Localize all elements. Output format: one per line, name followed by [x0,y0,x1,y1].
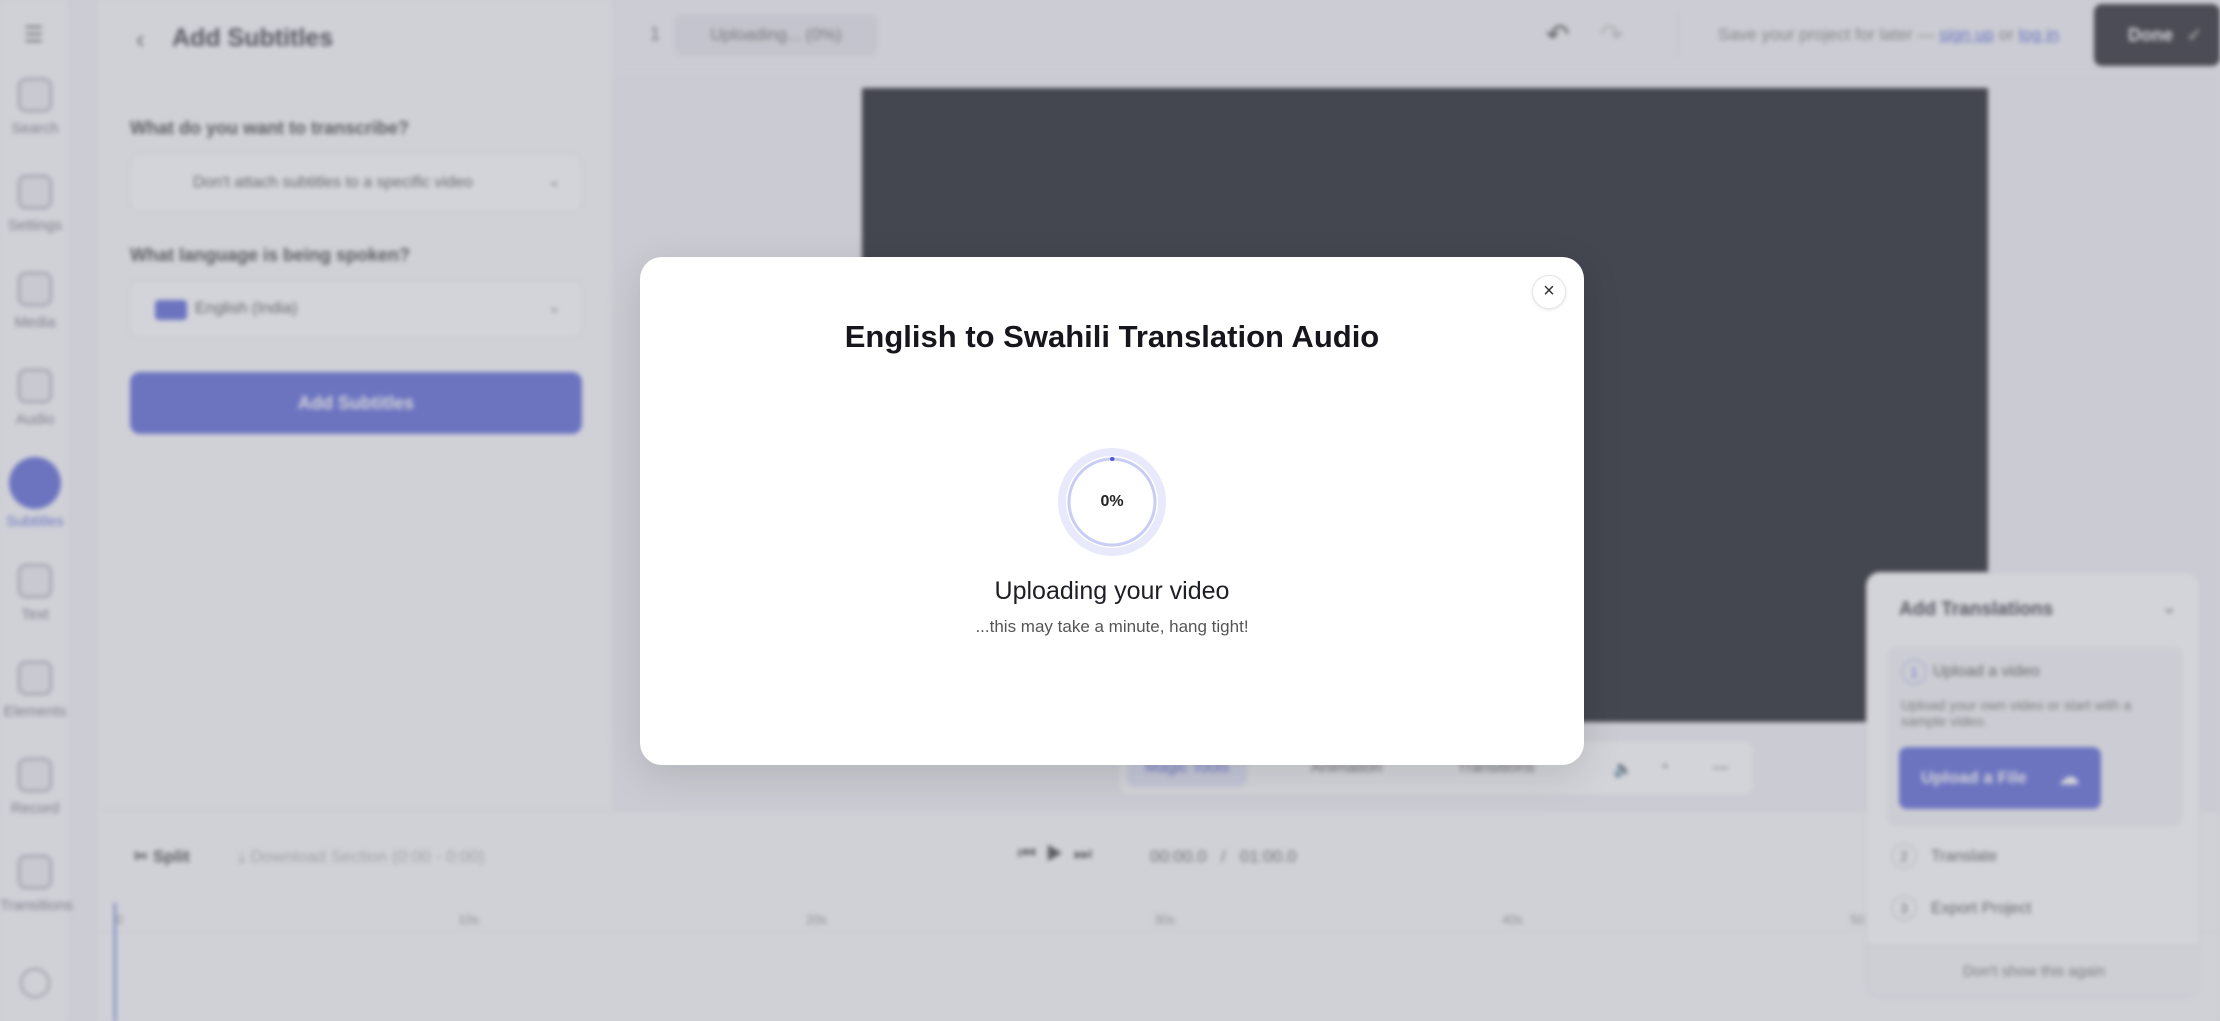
close-icon[interactable]: × [1532,275,1566,309]
upload-subtext: ...this may take a minute, hang tight! [975,617,1249,636]
upload-status: Uploading your video [994,577,1230,605]
upload-modal: × English to Swahili Translation Audio 0… [640,257,1584,765]
progress-percent: 0% [1100,493,1124,510]
modal-title: English to Swahili Translation Audio [844,319,1380,354]
